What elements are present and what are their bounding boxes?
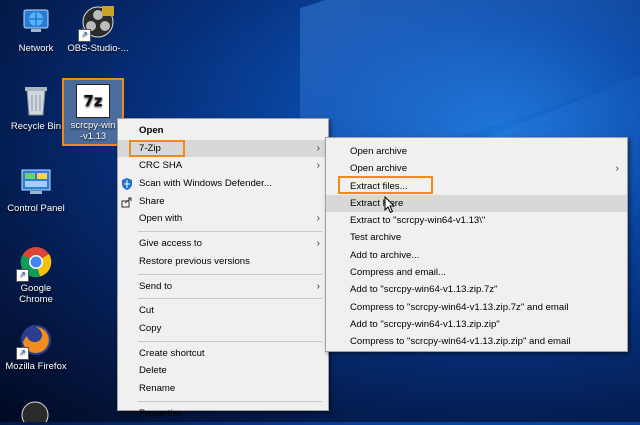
menu-item-restore-versions[interactable]: Restore previous versions bbox=[118, 253, 328, 271]
selected-file-scrcpy[interactable]: 7z scrcpy-win -v1.13 bbox=[62, 78, 124, 146]
menu-item-label: Create shortcut bbox=[139, 347, 205, 359]
menu-item-label: Add to archive... bbox=[350, 249, 420, 261]
submenu-item-open-archive-more[interactable]: Open archive › bbox=[326, 160, 627, 177]
desktop-icon-chrome[interactable]: ↗ Google Chrome bbox=[4, 244, 68, 305]
menu-separator bbox=[138, 400, 322, 402]
chevron-right-icon: › bbox=[316, 280, 320, 292]
menu-item-label: Send to bbox=[139, 280, 173, 292]
menu-item-label: Open archive bbox=[350, 163, 408, 175]
desktop-icon-label: Mozilla Firefox bbox=[5, 361, 67, 372]
menu-item-label: Copy bbox=[139, 322, 162, 334]
submenu-item-extract-to[interactable]: Extract to "scrcpy-win64-v1.13\" bbox=[326, 212, 627, 229]
desktop-icon-network[interactable]: Network bbox=[4, 4, 68, 54]
menu-item-7zip[interactable]: 7-Zip › bbox=[118, 139, 328, 158]
menu-item-copy[interactable]: Copy bbox=[118, 320, 328, 338]
shortcut-arrow-icon: ↗ bbox=[78, 29, 91, 42]
menu-item-delete[interactable]: Delete bbox=[118, 362, 328, 380]
submenu-item-compress-zip-email[interactable]: Compress to "scrcpy-win64-v1.13.zip.zip"… bbox=[326, 333, 627, 350]
obs-icon: ↗ bbox=[78, 4, 116, 42]
menu-item-label: CRC SHA bbox=[139, 160, 183, 172]
menu-item-properties[interactable]: Properties bbox=[118, 405, 328, 423]
context-menu: Open 7-Zip › CRC SHA › Scan with Windows D… bbox=[117, 118, 329, 419]
chevron-right-icon: › bbox=[316, 238, 320, 250]
menu-item-label: Delete bbox=[139, 365, 167, 377]
chevron-right-icon: › bbox=[316, 213, 320, 225]
menu-item-open-with[interactable]: Open with › bbox=[118, 210, 328, 228]
control-panel-icon bbox=[18, 164, 54, 200]
menu-item-label: Extract to "scrcpy-win64-v1.13\" bbox=[350, 215, 486, 227]
7zip-submenu: Open archive Open archive › Extract files… bbox=[325, 137, 628, 352]
submenu-item-open-archive[interactable]: Open archive bbox=[326, 143, 627, 160]
menu-item-crc-sha[interactable]: CRC SHA › bbox=[118, 157, 328, 175]
submenu-item-add-zip[interactable]: Add to "scrcpy-win64-v1.13.zip.zip" bbox=[326, 316, 627, 333]
desktop-icon-label: Google Chrome bbox=[19, 283, 53, 305]
menu-item-label: Restore previous versions bbox=[139, 255, 250, 267]
submenu-item-add-7z[interactable]: Add to "scrcpy-win64-v1.13.zip.7z" bbox=[326, 281, 627, 298]
desktop-icon-partial[interactable] bbox=[20, 400, 50, 425]
menu-item-label: Rename bbox=[139, 382, 176, 394]
7zip-archive-icon: 7z bbox=[76, 84, 110, 118]
mouse-cursor-icon bbox=[384, 196, 396, 214]
desktop-icon-recycle-bin[interactable]: Recycle Bin bbox=[4, 82, 68, 132]
shortcut-arrow-icon: ↗ bbox=[16, 269, 29, 282]
menu-item-give-access[interactable]: Give access to › bbox=[118, 235, 328, 253]
submenu-item-compress-7z-email[interactable]: Compress to "scrcpy-win64-v1.13.zip.7z" … bbox=[326, 299, 627, 316]
menu-item-open[interactable]: Open bbox=[118, 122, 328, 140]
menu-separator bbox=[138, 340, 322, 342]
windows-defender-icon bbox=[121, 178, 133, 191]
menu-separator bbox=[138, 231, 322, 233]
menu-item-label: Open with bbox=[139, 213, 183, 225]
menu-item-label: Extract files... bbox=[350, 180, 408, 192]
share-icon bbox=[121, 196, 133, 208]
menu-separator bbox=[138, 298, 322, 300]
menu-separator bbox=[138, 273, 322, 275]
menu-item-send-to[interactable]: Send to › bbox=[118, 278, 328, 296]
desktop-icon-label: Recycle Bin bbox=[10, 121, 62, 132]
desktop-icon-obs[interactable]: ↗ OBS-Studio-... bbox=[66, 4, 130, 54]
recycle-bin-icon bbox=[18, 82, 54, 118]
submenu-item-test-archive[interactable]: Test archive bbox=[326, 229, 627, 246]
network-icon bbox=[18, 4, 54, 40]
desktop-icon-firefox[interactable]: ↗ Mozilla Firefox bbox=[4, 322, 68, 372]
menu-item-label: Cut bbox=[139, 305, 154, 317]
desktop-icon-label: Network bbox=[18, 43, 54, 54]
shortcut-arrow-icon: ↗ bbox=[16, 347, 29, 360]
chrome-icon: ↗ bbox=[16, 244, 54, 282]
menu-item-label: Properties bbox=[139, 407, 183, 419]
menu-item-share[interactable]: Share bbox=[118, 193, 328, 211]
submenu-item-add-to-archive[interactable]: Add to archive... bbox=[326, 247, 627, 264]
menu-item-label: Give access to bbox=[139, 238, 202, 250]
menu-item-label: Compress to "scrcpy-win64-v1.13.zip.7z" … bbox=[350, 301, 569, 313]
menu-item-scan-defender[interactable]: Scan with Windows Defender... bbox=[118, 175, 328, 193]
desktop-icon-control-panel[interactable]: Control Panel bbox=[4, 164, 68, 214]
menu-item-rename[interactable]: Rename bbox=[118, 380, 328, 398]
menu-item-create-shortcut[interactable]: Create shortcut bbox=[118, 345, 328, 363]
menu-item-label: Scan with Windows Defender... bbox=[139, 178, 272, 190]
menu-item-label: Compress and email... bbox=[350, 267, 446, 279]
submenu-item-extract-files[interactable]: Extract files... bbox=[326, 178, 627, 195]
submenu-item-extract-here[interactable]: Extract Here bbox=[326, 194, 627, 213]
menu-item-label: Test archive bbox=[350, 232, 402, 244]
menu-item-cut[interactable]: Cut bbox=[118, 302, 328, 320]
menu-item-label: Share bbox=[139, 195, 165, 207]
obs-icon bbox=[21, 401, 49, 425]
menu-item-label: Add to "scrcpy-win64-v1.13.zip.7z" bbox=[350, 284, 498, 296]
chevron-right-icon: › bbox=[615, 163, 619, 175]
menu-item-label: Add to "scrcpy-win64-v1.13.zip.zip" bbox=[350, 318, 500, 330]
file-label-line1: scrcpy-win bbox=[70, 120, 116, 131]
chevron-right-icon: › bbox=[316, 142, 320, 154]
menu-item-label: Open bbox=[139, 125, 164, 136]
menu-item-label: Compress to "scrcpy-win64-v1.13.zip.zip"… bbox=[350, 336, 571, 348]
menu-item-label: Open archive bbox=[350, 146, 408, 157]
file-label-line2: -v1.13 bbox=[79, 131, 107, 142]
desktop-icon-label: Control Panel bbox=[7, 203, 65, 214]
menu-item-label: 7-Zip bbox=[139, 142, 161, 154]
submenu-item-compress-email[interactable]: Compress and email... bbox=[326, 264, 627, 281]
firefox-icon: ↗ bbox=[16, 322, 54, 360]
chevron-right-icon: › bbox=[316, 160, 320, 172]
desktop-icon-label: OBS-Studio-... bbox=[67, 43, 129, 54]
